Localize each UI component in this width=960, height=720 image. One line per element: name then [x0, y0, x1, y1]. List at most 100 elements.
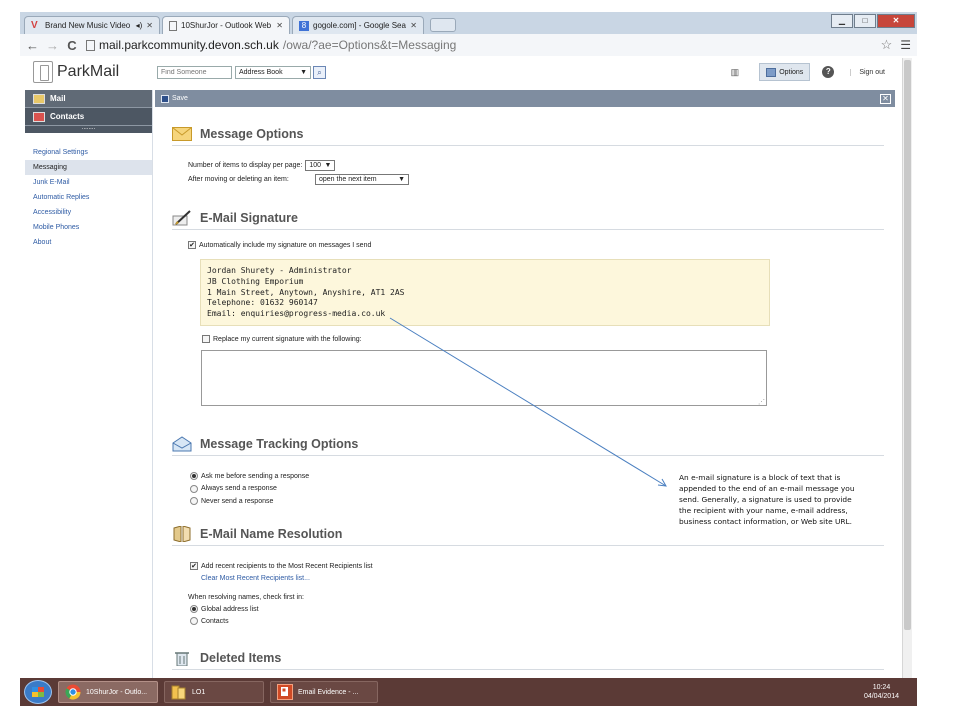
auto-include-checkbox[interactable]: ✔: [188, 241, 196, 249]
signature-line: 1 Main Street, Anytown, Anyshire, AT1 2A…: [207, 287, 405, 297]
tab-outlook[interactable]: 10ShurJor - Outlook Web ✕: [162, 16, 290, 34]
never-send-radio[interactable]: [190, 497, 198, 506]
global-address-list-radio[interactable]: [190, 605, 198, 613]
resolve-option-label: Contacts: [201, 617, 229, 625]
sidebar-item-automatic-replies[interactable]: Automatic Replies: [25, 190, 152, 205]
recent-recipients-checkbox[interactable]: ✔: [190, 562, 198, 570]
taskbar-item-chrome[interactable]: 10ShurJor - Outlo...: [58, 681, 158, 703]
signature-line: Jordan Shurety - Administrator: [207, 266, 352, 275]
dropdown-arrow-icon: ▼: [324, 161, 332, 169]
windows-taskbar: 10ShurJor - Outlo... LO1 Email Evidence …: [20, 678, 917, 706]
bookmark-star-icon[interactable]: ☆: [881, 37, 893, 53]
nav-mail[interactable]: Mail: [25, 90, 152, 108]
close-tab-icon[interactable]: ✕: [146, 21, 153, 30]
section-title: Deleted Items: [200, 650, 282, 665]
contacts-radio[interactable]: [190, 617, 198, 625]
ask-me-radio[interactable]: [190, 472, 198, 481]
replace-signature-label: Replace my current signature with the fo…: [213, 335, 362, 343]
taskbar-item-folder[interactable]: LO1: [164, 681, 264, 703]
section-title: E-Mail Name Resolution: [200, 526, 343, 541]
contacts-icon: [33, 111, 45, 122]
sidebar-item-regional-settings[interactable]: Regional Settings: [25, 145, 152, 160]
sign-out-link[interactable]: Sign out: [850, 68, 885, 76]
taskbar-item-label: Email Evidence - ...: [298, 688, 359, 696]
close-window-icon[interactable]: ✕: [877, 14, 915, 28]
always-send-radio[interactable]: [190, 484, 198, 493]
new-tab-button[interactable]: [430, 18, 456, 32]
tab-google[interactable]: 8 gogole.com] - Google Sea ✕: [292, 16, 424, 34]
clock-time: 10:24: [872, 684, 891, 691]
tracking-option-label: Never send a response: [201, 497, 274, 505]
save-icon: [161, 94, 169, 103]
logo: ParkMail: [33, 61, 157, 83]
resize-grip-icon[interactable]: ........: [25, 125, 152, 133]
section-title: Message Tracking Options: [200, 436, 359, 451]
resolve-option-row: Global address list: [190, 603, 884, 615]
tab-music-video[interactable]: V Brand New Music Video ◂) ✕: [24, 16, 160, 34]
after-moving-select[interactable]: open the next item ▼: [315, 173, 409, 185]
new-signature-textarea[interactable]: [201, 350, 767, 406]
sidebar-item-accessibility[interactable]: Accessibility: [25, 205, 152, 220]
back-icon[interactable]: ←: [26, 38, 39, 53]
google-icon: 8: [299, 20, 309, 31]
email-signature-section: E-Mail Signature ✔ Automatically include…: [172, 208, 884, 406]
items-per-page-value: 100: [309, 161, 322, 169]
page-icon: [169, 20, 177, 31]
address-book-select[interactable]: Address Book ▼: [235, 65, 311, 79]
scrollbar-thumb[interactable]: [904, 60, 911, 630]
toolbar: Save: [155, 90, 895, 107]
address-book-icon: [173, 525, 191, 542]
clear-recent-link[interactable]: Clear Most Recent Recipients list...: [201, 575, 310, 582]
after-moving-label: After moving or deleting an item:: [188, 175, 289, 183]
taskbar-item-powerpoint[interactable]: Email Evidence - ...: [270, 681, 378, 703]
replace-signature-row: Replace my current signature with the fo…: [202, 332, 884, 346]
items-per-page-row: Number of items to display per page: 100…: [188, 158, 884, 172]
options-button[interactable]: Options: [759, 63, 811, 81]
items-per-page-select[interactable]: 100 ▼: [305, 159, 336, 171]
save-button[interactable]: Save: [172, 95, 188, 102]
minimize-icon[interactable]: ▁: [831, 14, 853, 28]
help-icon[interactable]: ?: [822, 66, 835, 78]
section-header: E-Mail Name Resolution: [172, 524, 884, 546]
system-clock[interactable]: 10:24 04/04/2014: [864, 683, 899, 701]
recent-recipients-row: ✔ Add recent recipients to the Most Rece…: [190, 560, 884, 572]
browser-menu-icon[interactable]: ☰: [900, 38, 911, 52]
maximize-icon[interactable]: □: [854, 14, 876, 28]
sidebar-item-messaging[interactable]: Messaging: [25, 160, 152, 175]
nav-mail-label: Mail: [50, 94, 66, 103]
after-moving-value: open the next item: [319, 175, 377, 183]
section-header: Message Options: [172, 124, 884, 146]
search-icon[interactable]: ⌕: [313, 65, 326, 79]
sidebar-item-mobile-phones[interactable]: Mobile Phones: [25, 220, 152, 235]
page-icon: [86, 39, 95, 51]
section-title: Message Options: [200, 126, 304, 141]
url-field[interactable]: mail.parkcommunity.devon.sch.uk/owa/?ae=…: [86, 38, 873, 52]
reload-icon[interactable]: C: [66, 38, 78, 53]
tab-title: 10ShurJor - Outlook Web: [181, 21, 272, 30]
sidebar-item-junk-email[interactable]: Junk E-Mail: [25, 175, 152, 190]
folder-icon: [171, 685, 186, 700]
close-tab-icon[interactable]: ✕: [410, 21, 417, 30]
address-book-icon[interactable]: ▥: [731, 67, 740, 78]
find-someone-input[interactable]: [157, 65, 232, 79]
tab-title: gogole.com] - Google Sea: [313, 21, 406, 30]
page-scrollbar[interactable]: [902, 58, 912, 678]
forward-icon[interactable]: →: [46, 38, 59, 53]
annotation-text: An e-mail signature is a block of text t…: [679, 473, 855, 526]
close-tab-icon[interactable]: ✕: [276, 21, 283, 30]
vevo-icon: V: [31, 19, 38, 31]
options-nav: Regional Settings Messaging Junk E-Mail …: [25, 145, 152, 250]
clock-date: 04/04/2014: [863, 693, 899, 700]
taskbar-item-label: 10ShurJor - Outlo...: [86, 688, 148, 696]
current-signature: Jordan Shurety - Administrator JB Clothi…: [200, 259, 770, 326]
name-resolution-section: E-Mail Name Resolution ✔ Add recent reci…: [172, 524, 884, 627]
start-button-icon[interactable]: [24, 680, 52, 704]
resolve-option-label: Global address list: [201, 605, 259, 613]
signature-pen-icon: [172, 209, 191, 225]
sidebar: Mail Contacts ........ Regional Settings…: [25, 90, 153, 678]
signature-line: JB Clothing Emporium: [207, 276, 304, 286]
nav-contacts[interactable]: Contacts: [25, 108, 152, 126]
sidebar-item-about[interactable]: About: [25, 235, 152, 250]
replace-signature-checkbox[interactable]: [202, 335, 210, 343]
close-icon[interactable]: ✕: [880, 94, 891, 104]
